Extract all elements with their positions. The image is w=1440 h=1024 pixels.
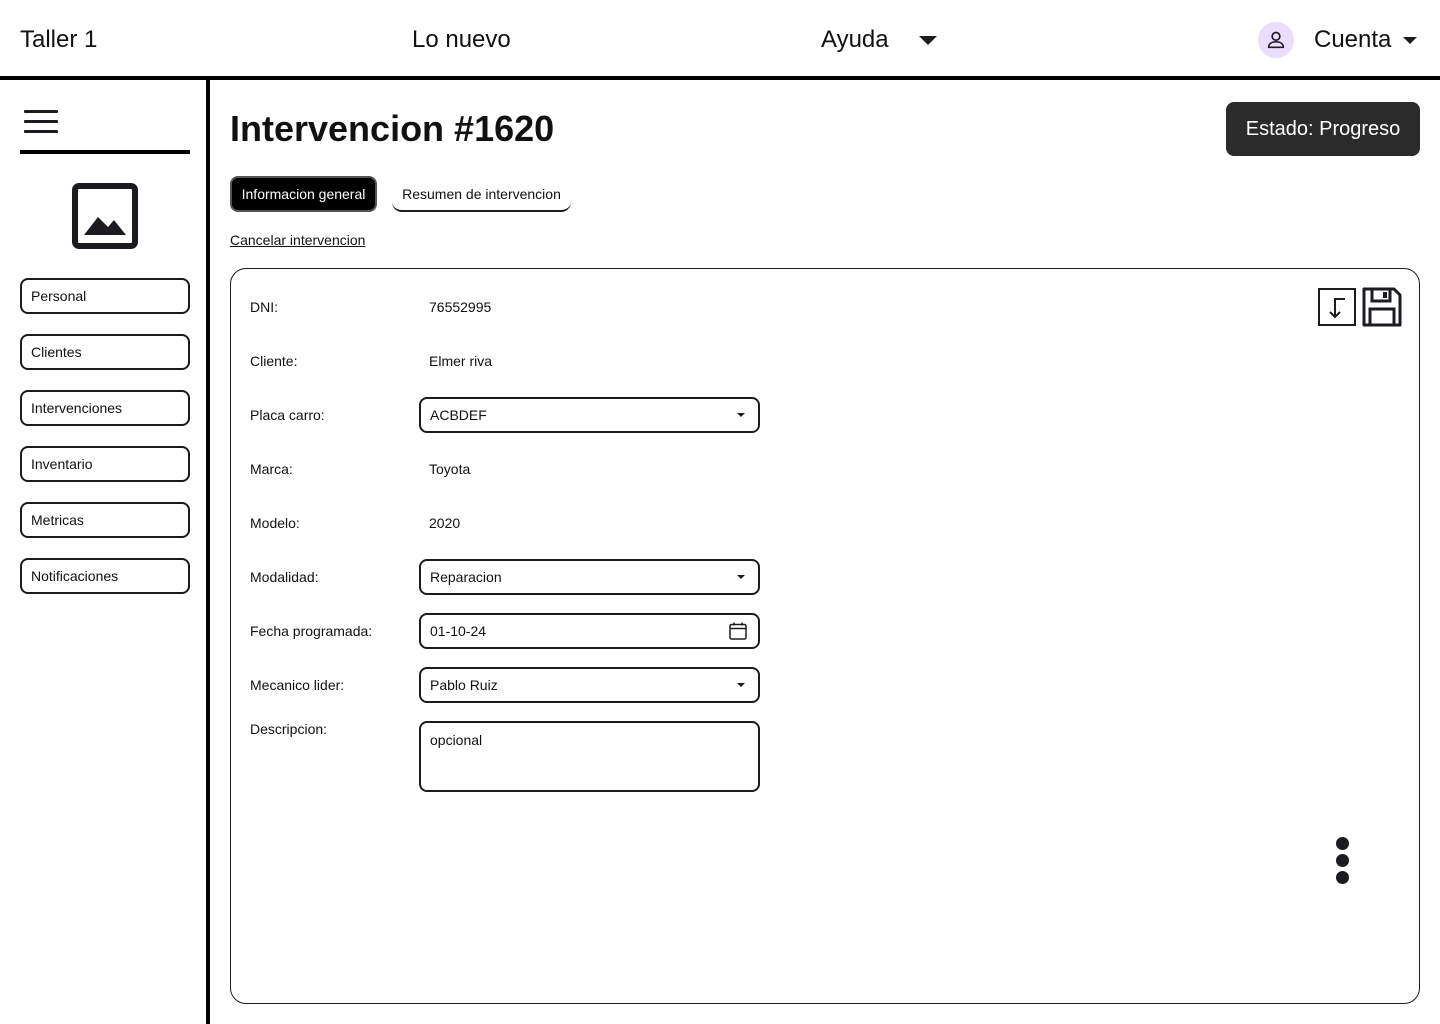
chevron-down-icon: [918, 35, 937, 45]
descripcion-textarea[interactable]: opcional: [419, 721, 760, 792]
descripcion-label: Descripcion:: [250, 721, 328, 737]
sidebar-item-intervenciones[interactable]: Intervenciones: [20, 390, 190, 426]
modelo-label: Modelo:: [250, 515, 300, 531]
mecanico-select[interactable]: Pablo Ruiz: [419, 667, 760, 703]
marca-value: Toyota: [429, 461, 471, 477]
more-vertical-icon[interactable]: [1336, 837, 1349, 887]
placa-label: Placa carro:: [250, 407, 325, 423]
cliente-value: Elmer riva: [429, 353, 493, 369]
modalidad-label: Modalidad:: [250, 569, 319, 585]
nav-ayuda-dropdown[interactable]: Ayuda: [821, 26, 937, 54]
calendar-icon[interactable]: [729, 622, 747, 640]
save-icon[interactable]: [1362, 287, 1402, 327]
fecha-date-field[interactable]: 01-10-24: [419, 613, 760, 649]
chevron-down-icon: [737, 575, 745, 579]
marca-label: Marca:: [250, 461, 293, 477]
top-bar: Taller 1 Lo nuevo Ayuda Cuenta: [0, 0, 1440, 80]
status-button[interactable]: Estado: Progreso: [1226, 102, 1420, 156]
sidebar-item-clientes[interactable]: Clientes: [20, 334, 190, 370]
sidebar-divider: [20, 150, 190, 154]
sidebar-item-inventario[interactable]: Inventario: [20, 446, 190, 482]
modalidad-select[interactable]: Reparacion: [419, 559, 760, 595]
page-title: Intervencion #1620: [230, 108, 555, 149]
cliente-label: Cliente:: [250, 353, 298, 369]
sidebar: Personal Clientes Intervenciones Inventa…: [0, 80, 210, 1024]
account-menu[interactable]: Cuenta: [1258, 22, 1418, 58]
sidebar-item-personal[interactable]: Personal: [20, 278, 190, 314]
cancel-intervention-link[interactable]: Cancelar intervencion: [230, 232, 365, 248]
fecha-label: Fecha programada:: [250, 623, 373, 639]
dni-label: DNI:: [250, 299, 278, 315]
hamburger-icon[interactable]: [24, 110, 58, 136]
chevron-down-icon: [737, 683, 745, 687]
dni-value: 76552995: [429, 299, 492, 315]
modelo-value: 2020: [429, 515, 461, 531]
sidebar-item-notificaciones[interactable]: Notificaciones: [20, 558, 190, 594]
avatar: [1258, 22, 1294, 58]
account-label: Cuenta: [1314, 26, 1392, 53]
tab-resumen-intervencion[interactable]: Resumen de intervencion: [392, 176, 571, 212]
intervention-form-card: DNI: 76552995 Cliente: Elmer riva Placa …: [230, 268, 1420, 1004]
fecha-date-value: 01-10-24: [430, 623, 487, 639]
tab-informacion-general[interactable]: Informacion general: [230, 176, 377, 212]
mecanico-select-value: Pablo Ruiz: [430, 677, 498, 693]
placa-select[interactable]: ACBDEF: [419, 397, 760, 433]
brand-title: Taller 1: [20, 26, 98, 53]
modalidad-select-value: Reparacion: [430, 569, 502, 585]
import-icon[interactable]: [1318, 288, 1356, 326]
mecanico-label: Mecanico lider:: [250, 677, 345, 693]
nav-ayuda-label: Ayuda: [821, 26, 889, 53]
sidebar-item-metricas[interactable]: Metricas: [20, 502, 190, 538]
descripcion-placeholder: opcional: [430, 732, 483, 748]
image-placeholder-icon: [72, 183, 138, 249]
chevron-down-icon: [737, 413, 745, 417]
person-icon: [1267, 31, 1285, 49]
chevron-down-icon: [1403, 36, 1418, 44]
nav-lo-nuevo[interactable]: Lo nuevo: [412, 26, 511, 54]
placa-select-value: ACBDEF: [430, 407, 487, 423]
